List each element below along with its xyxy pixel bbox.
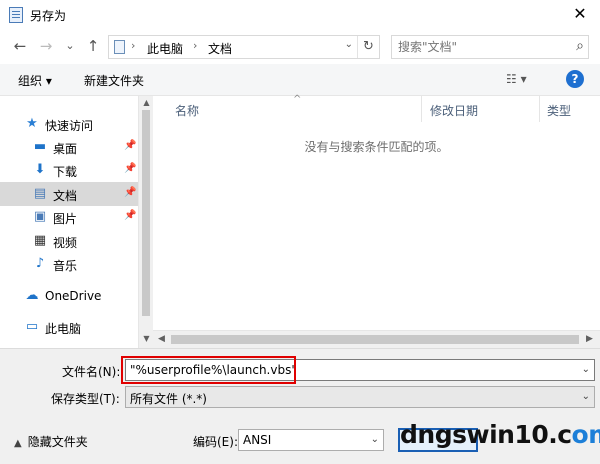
annotation-highlight-box [121, 356, 296, 384]
pin-icon[interactable]: 📌 [124, 210, 136, 221]
title-bar: 另存为 ✕ [0, 0, 600, 30]
hide-folders-button[interactable]: ▲ 隐藏文件夹 [14, 433, 88, 450]
column-header-name[interactable]: 名称 [175, 96, 199, 122]
scroll-up-icon[interactable]: ▲ [139, 98, 154, 107]
window-title: 另存为 [30, 9, 67, 23]
sidebar-item-label: 下载 [53, 165, 78, 179]
chevron-down-icon[interactable]: ⌄ [371, 434, 379, 445]
sidebar-item-label: 文档 [53, 189, 78, 203]
address-dropdown-icon[interactable]: ⌄ [345, 39, 353, 50]
column-header-type[interactable]: 类型 [547, 96, 571, 122]
watermark-logo: dngswin10.com [400, 420, 600, 449]
sidebar-item-label: 视频 [53, 236, 78, 250]
save-options-panel: 文件名(N): ⌄ 保存类型(T): 所有文件 (*.*) ⌄ ▲ 隐藏文件夹 编… [0, 348, 600, 464]
documents-folder-icon [114, 40, 125, 54]
notepad-icon [9, 7, 23, 23]
sidebar-item-music[interactable]: ♪ 音乐 [0, 252, 138, 276]
refresh-icon[interactable]: ↻ [357, 36, 379, 58]
save-type-value: 所有文件 (*.*) [130, 392, 207, 406]
computer-icon: ▭ [25, 319, 39, 334]
filename-label: 文件名(N): [62, 365, 121, 379]
pin-icon[interactable]: 📌 [124, 140, 136, 151]
breadcrumb-this-pc[interactable]: 此电脑 [147, 40, 183, 57]
navigation-pane: ★ 快速访问 ▬ 桌面 📌 ⬇ 下载 📌 ▤ 文档 📌 ▣ 图片 📌 ▦ 视频 … [0, 96, 153, 348]
scrollbar-thumb[interactable] [142, 110, 150, 316]
sidebar-item-onedrive[interactable]: ☁ OneDrive [0, 284, 138, 308]
sidebar-item-label: 图片 [53, 212, 78, 226]
column-divider[interactable] [421, 96, 422, 122]
sidebar-scrollbar[interactable]: ▲ ▼ [138, 96, 153, 348]
scroll-left-icon[interactable]: ◀ [158, 334, 165, 344]
save-type-select[interactable]: 所有文件 (*.*) ⌄ [125, 386, 595, 408]
encoding-value: ANSI [243, 433, 272, 447]
sidebar-item-label: 快速访问 [45, 119, 94, 133]
search-box[interactable]: ⌕ [391, 35, 589, 59]
chevron-down-icon[interactable]: ⌄ [582, 364, 590, 375]
address-bar[interactable]: › 此电脑 › 文档 ⌄ ↻ [108, 35, 380, 59]
sidebar-item-pictures[interactable]: ▣ 图片 📌 [0, 205, 138, 229]
help-icon[interactable]: ? [566, 70, 584, 88]
sidebar-item-label: OneDrive [45, 289, 102, 303]
empty-results-message: 没有与搜索条件匹配的项。 [304, 140, 449, 154]
sidebar-item-downloads[interactable]: ⬇ 下载 📌 [0, 158, 138, 182]
breadcrumb-documents[interactable]: 文档 [208, 40, 232, 57]
sidebar-item-quick-access[interactable]: ★ 快速访问 [0, 112, 138, 136]
sidebar-item-this-pc[interactable]: ▭ 此电脑 [0, 315, 138, 339]
navigation-bar: ← → ⌄ ↑ › 此电脑 › 文档 ⌄ ↻ ⌕ [0, 30, 600, 64]
search-icon[interactable]: ⌕ [576, 38, 584, 54]
horizontal-scrollbar[interactable]: ◀ ▶ [153, 330, 600, 348]
recent-locations-icon[interactable]: ⌄ [60, 38, 80, 56]
close-button[interactable]: ✕ [560, 0, 600, 30]
save-type-label: 保存类型(T): [51, 392, 120, 406]
sort-ascending-icon: ^ [293, 94, 302, 105]
watermark-text: dngswin10.c [400, 420, 572, 449]
scroll-down-icon[interactable]: ▼ [139, 334, 154, 343]
command-toolbar: 组织 ▾ 新建文件夹 ☷ ▾ ? [0, 64, 600, 96]
back-arrow-icon[interactable]: ← [10, 38, 30, 56]
search-input[interactable] [392, 36, 562, 58]
scrollbar-thumb[interactable] [171, 335, 579, 344]
sidebar-item-label: 桌面 [53, 142, 78, 156]
pin-icon[interactable]: 📌 [124, 163, 136, 174]
view-options-icon[interactable]: ☷ ▾ [506, 72, 527, 86]
sidebar-item-videos[interactable]: ▦ 视频 [0, 229, 138, 253]
picture-icon: ▣ [33, 209, 47, 224]
sidebar-item-label: 此电脑 [45, 322, 82, 336]
download-icon: ⬇ [34, 162, 46, 177]
organize-button[interactable]: 组织 ▾ [18, 72, 52, 89]
star-icon: ★ [26, 116, 38, 131]
forward-arrow-icon[interactable]: → [36, 38, 56, 56]
new-folder-button[interactable]: 新建文件夹 [84, 72, 144, 89]
desktop-icon: ▬ [33, 139, 47, 154]
encoding-label: 编码(E): [193, 435, 238, 449]
video-icon: ▦ [33, 233, 47, 248]
cloud-icon: ☁ [25, 288, 39, 303]
chevron-down-icon[interactable]: ⌄ [582, 391, 590, 402]
up-arrow-icon[interactable]: ↑ [83, 38, 103, 56]
pin-icon[interactable]: 📌 [124, 187, 136, 198]
sidebar-item-documents[interactable]: ▤ 文档 📌 [0, 182, 138, 206]
column-header-date-modified[interactable]: 修改日期 [430, 96, 478, 122]
column-divider[interactable] [539, 96, 540, 122]
encoding-select[interactable]: ANSI ⌄ [238, 429, 384, 451]
file-list: ^ 名称 修改日期 类型 没有与搜索条件匹配的项。 ◀ ▶ [153, 94, 600, 348]
scroll-right-icon[interactable]: ▶ [586, 334, 593, 344]
breadcrumb-separator: › [193, 39, 198, 52]
document-icon: ▤ [33, 186, 47, 201]
music-icon: ♪ [35, 256, 45, 271]
hide-folders-label: 隐藏文件夹 [27, 435, 88, 449]
sidebar-item-label: 音乐 [53, 259, 78, 273]
chevron-up-icon: ▲ [14, 438, 22, 449]
watermark-text-accent: om [571, 420, 600, 449]
sidebar-item-desktop[interactable]: ▬ 桌面 📌 [0, 135, 138, 159]
breadcrumb-separator: › [131, 39, 136, 52]
